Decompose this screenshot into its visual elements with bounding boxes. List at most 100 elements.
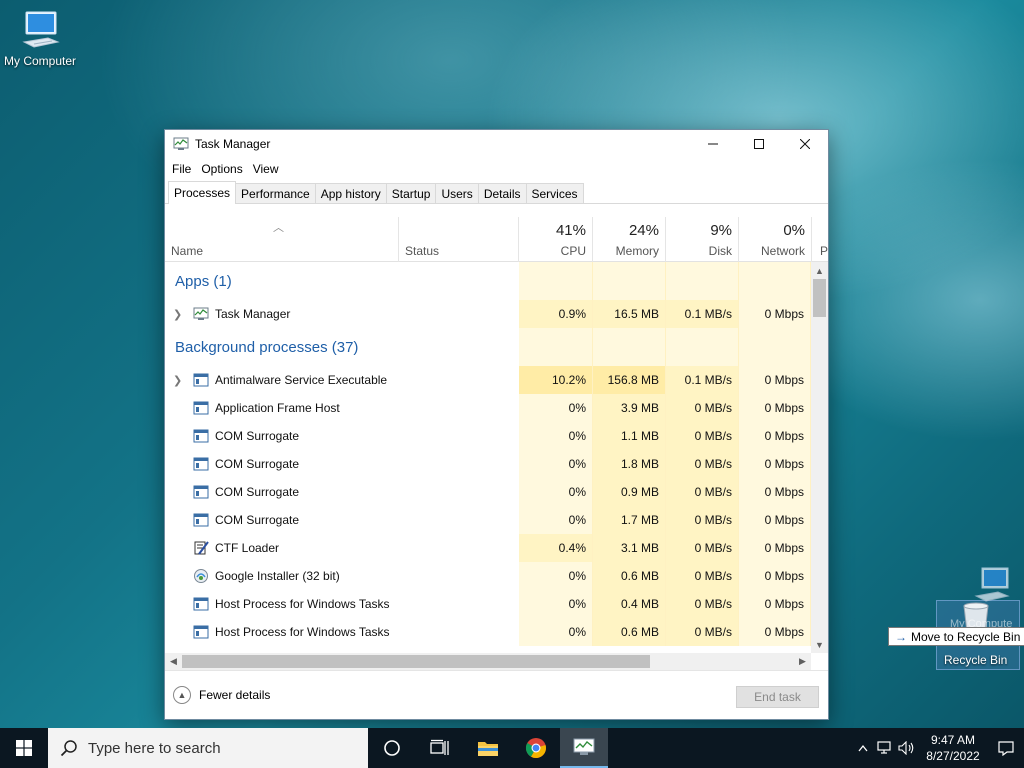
table-row[interactable]: COM Surrogate 0% 1.7 MB 0 MB/s 0 Mbps — [165, 506, 811, 534]
horizontal-scroll-thumb[interactable] — [182, 655, 650, 668]
network-tray-button[interactable] — [874, 728, 896, 768]
notifications-button[interactable] — [988, 728, 1024, 768]
menu-file[interactable]: File — [167, 162, 196, 176]
scroll-left-icon[interactable]: ◀ — [165, 653, 182, 670]
table-row[interactable]: COM Surrogate 0% 1.8 MB 0 MB/s 0 Mbps — [165, 450, 811, 478]
task-view-button[interactable] — [416, 728, 464, 768]
chevron-up-icon — [858, 744, 868, 752]
notification-icon — [998, 741, 1014, 756]
installer-icon — [194, 569, 208, 583]
memory-total: 24% — [628, 222, 659, 239]
menu-options[interactable]: Options — [196, 162, 247, 176]
tab-details[interactable]: Details — [477, 183, 527, 203]
fewer-details-button[interactable]: ▲ Fewer details — [173, 686, 270, 704]
cpu-total: 41% — [555, 222, 586, 239]
end-task-button[interactable]: End task — [736, 686, 819, 708]
start-button[interactable] — [0, 728, 48, 768]
app-window-icon — [193, 429, 209, 443]
desktop-icon-label: My Computer — [3, 54, 77, 68]
column-header: ︿ Name Status 41% CPU 24% Memory 9% Disk… — [165, 217, 828, 262]
column-disk[interactable]: 9% Disk — [666, 217, 739, 262]
tab-processes[interactable]: Processes — [168, 181, 237, 204]
column-memory[interactable]: 24% Memory — [593, 217, 666, 262]
maximize-button[interactable] — [736, 130, 782, 158]
app-window-icon — [193, 625, 209, 639]
tab-strip: Processes Performance App history Startu… — [165, 180, 828, 204]
vertical-scrollbar[interactable]: ▲ ▼ — [811, 262, 828, 653]
expand-chevron-icon[interactable]: ❯ — [173, 374, 182, 387]
app-window-icon — [193, 485, 209, 499]
cortana-icon — [384, 740, 400, 756]
desktop-icon-recycle-bin[interactable]: Recycle Bin — [944, 653, 1007, 667]
tab-app-history[interactable]: App history — [314, 183, 387, 203]
process-list: Apps (1) ❯ Task Manager 0.9% 16.5 MB 0.1… — [165, 262, 811, 653]
search-box[interactable]: Type here to search — [48, 728, 368, 768]
taskbar: Type here to search 9:47 AM 8/27/2022 — [0, 728, 1024, 768]
network-icon — [877, 741, 891, 754]
drag-tooltip: → Move to Recycle Bin — [888, 627, 1024, 646]
desktop-icon-my-computer[interactable]: My Computer — [0, 8, 80, 68]
task-manager-window: Task Manager File Options View Processes… — [164, 129, 829, 720]
expand-chevron-icon[interactable]: ❯ — [173, 308, 182, 321]
scroll-up-icon[interactable]: ▲ — [811, 262, 828, 279]
table-row[interactable]: Google Installer (32 bit) 0% 0.6 MB 0 MB/s 0… — [165, 562, 811, 590]
table-row[interactable]: COM Surrogate 0% 0.9 MB 0 MB/s 0 Mbps — [165, 478, 811, 506]
table-row[interactable]: ❯ Task Manager 0.9% 16.5 MB 0.1 MB/s 0 M… — [165, 300, 811, 328]
vertical-scroll-thumb[interactable] — [813, 279, 826, 317]
group-apps[interactable]: Apps (1) — [165, 262, 811, 300]
search-icon — [60, 740, 77, 757]
clock[interactable]: 9:47 AM 8/27/2022 — [918, 732, 988, 764]
cortana-button[interactable] — [368, 728, 416, 768]
chevron-up-icon: ▲ — [173, 686, 191, 704]
column-status[interactable]: Status — [399, 217, 519, 262]
task-manager-icon — [193, 307, 209, 320]
minimize-button[interactable] — [690, 130, 736, 158]
table-row[interactable]: Host Process for Windows Tasks 0% 0.4 MB 0 … — [165, 590, 811, 618]
table-row[interactable]: ❯ Antimalware Service Executable 10.2% 156.… — [165, 366, 811, 394]
show-hidden-icons-button[interactable] — [852, 728, 874, 768]
arrow-right-icon: → — [895, 629, 907, 644]
column-network[interactable]: 0% Network — [739, 217, 812, 262]
clock-date: 8/27/2022 — [926, 749, 980, 763]
tab-users[interactable]: Users — [435, 183, 479, 203]
table-row[interactable]: Application Frame Host 0% 3.9 MB 0 MB/s 0 Mb… — [165, 394, 811, 422]
column-name[interactable]: ︿ Name — [165, 217, 399, 262]
menu-view[interactable]: View — [248, 162, 284, 176]
column-cpu[interactable]: 41% CPU — [519, 217, 593, 262]
footer: ▲ Fewer details End task — [165, 670, 828, 719]
system-tray: 9:47 AM 8/27/2022 — [852, 728, 1024, 768]
minimize-icon — [708, 143, 718, 145]
column-power-partial[interactable]: P — [812, 217, 828, 262]
close-icon — [800, 139, 810, 149]
volume-tray-button[interactable] — [896, 728, 918, 768]
close-button[interactable] — [782, 130, 828, 158]
chrome-button[interactable] — [512, 728, 560, 768]
speaker-icon — [898, 741, 914, 755]
task-manager-taskbar-button[interactable] — [560, 728, 608, 768]
table-row[interactable]: Host Process for Windows Tasks 0% 0.6 MB 0 … — [165, 618, 811, 646]
app-window-icon — [193, 401, 209, 415]
app-window-icon — [193, 513, 209, 527]
table-row[interactable]: CTF Loader 0.4% 3.1 MB 0 MB/s 0 Mbps — [165, 534, 811, 562]
task-view-icon — [430, 739, 449, 755]
maximize-icon — [754, 139, 764, 149]
window-title: Task Manager — [195, 137, 271, 151]
scroll-right-icon[interactable]: ▶ — [794, 653, 811, 670]
windows-logo-icon — [16, 740, 32, 756]
group-background-processes[interactable]: Background processes (37) — [165, 328, 811, 366]
notepad-pen-icon — [194, 541, 209, 555]
menu-bar: File Options View — [165, 158, 828, 180]
task-manager-icon — [173, 137, 189, 150]
title-bar[interactable]: Task Manager — [165, 130, 828, 158]
file-explorer-button[interactable] — [464, 728, 512, 768]
horizontal-scrollbar[interactable]: ◀ ▶ — [165, 653, 811, 670]
computer-icon — [22, 11, 60, 48]
clock-time: 9:47 AM — [930, 733, 976, 747]
tab-services[interactable]: Services — [525, 183, 584, 203]
app-window-icon — [193, 373, 209, 387]
tab-performance[interactable]: Performance — [235, 183, 316, 203]
tab-startup[interactable]: Startup — [385, 183, 437, 203]
table-row[interactable]: COM Surrogate 0% 1.1 MB 0 MB/s 0 Mbps — [165, 422, 811, 450]
disk-total: 9% — [710, 222, 732, 239]
scroll-down-icon[interactable]: ▼ — [811, 636, 828, 653]
